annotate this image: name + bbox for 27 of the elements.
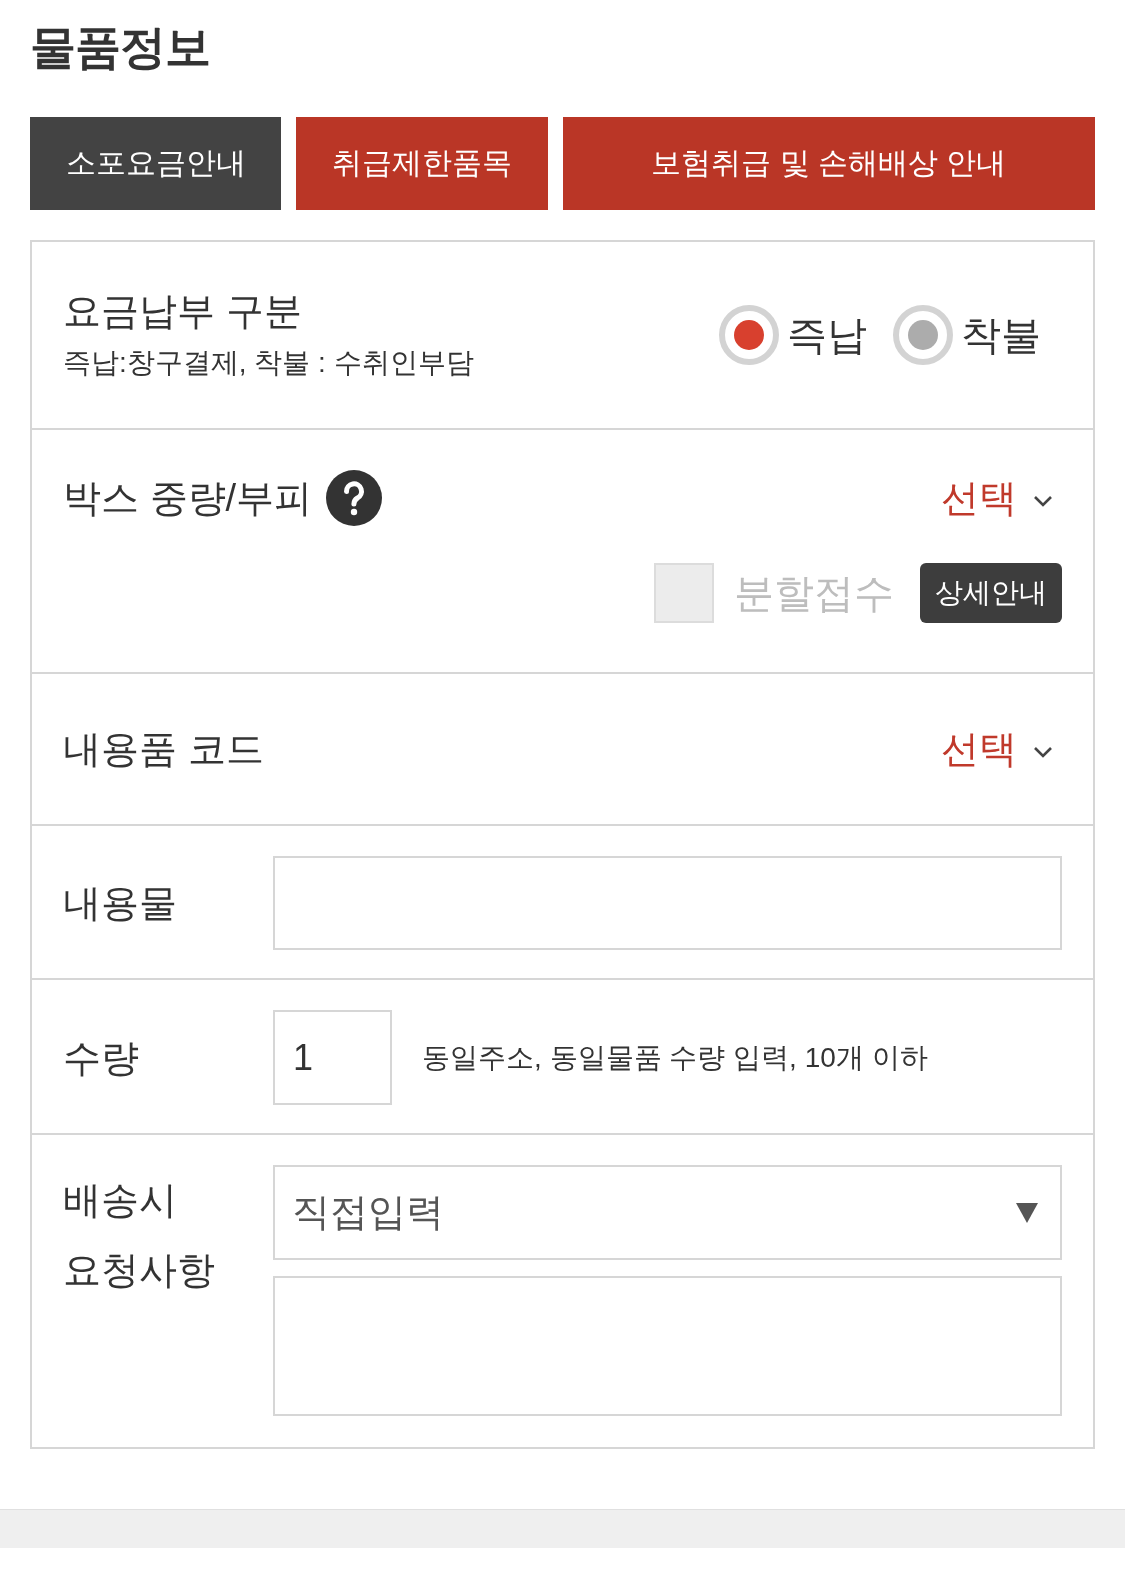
- radio-label[interactable]: 착불: [961, 310, 1041, 360]
- quantity-hint: 동일주소, 동일물품 수량 입력, 10개 이하: [422, 1040, 928, 1075]
- tab[interactable]: 취급제한품목: [296, 117, 548, 210]
- help-icon[interactable]: [326, 470, 383, 526]
- section-title: 내용품 코드: [63, 727, 264, 772]
- chevron-down-icon: [1033, 746, 1053, 758]
- text-area[interactable]: [273, 1276, 1062, 1416]
- page-title: 물품정보: [30, 20, 210, 75]
- chevron-down-icon: [1033, 495, 1053, 507]
- dropdown-field[interactable]: 직접입력: [273, 1165, 1062, 1260]
- caret-icon: [1016, 1202, 1038, 1223]
- radio-button[interactable]: [719, 305, 779, 365]
- field-label: 배송시 요청사항: [63, 1178, 216, 1293]
- input-field[interactable]: [273, 856, 1062, 950]
- radio-label[interactable]: 즉납: [787, 310, 867, 360]
- section-title: 박스 중량/부피: [63, 476, 313, 521]
- radio-button[interactable]: [893, 305, 953, 365]
- detail-button[interactable]: 상세안내: [920, 563, 1062, 623]
- tab[interactable]: 보험취급 및 손해배상 안내: [563, 117, 1095, 210]
- select-button[interactable]: 선택: [941, 474, 1053, 522]
- field-label: 수량: [63, 1035, 140, 1081]
- field-label: 내용물: [63, 881, 178, 926]
- tab[interactable]: 소포요금안내: [30, 117, 281, 210]
- select-button[interactable]: 선택: [941, 725, 1053, 773]
- quantity-field[interactable]: 1: [273, 1010, 392, 1105]
- payment-note: 즉납:창구결제, 착불 : 수취인부담: [63, 346, 474, 380]
- section-title: 요금납부 구분: [63, 289, 302, 334]
